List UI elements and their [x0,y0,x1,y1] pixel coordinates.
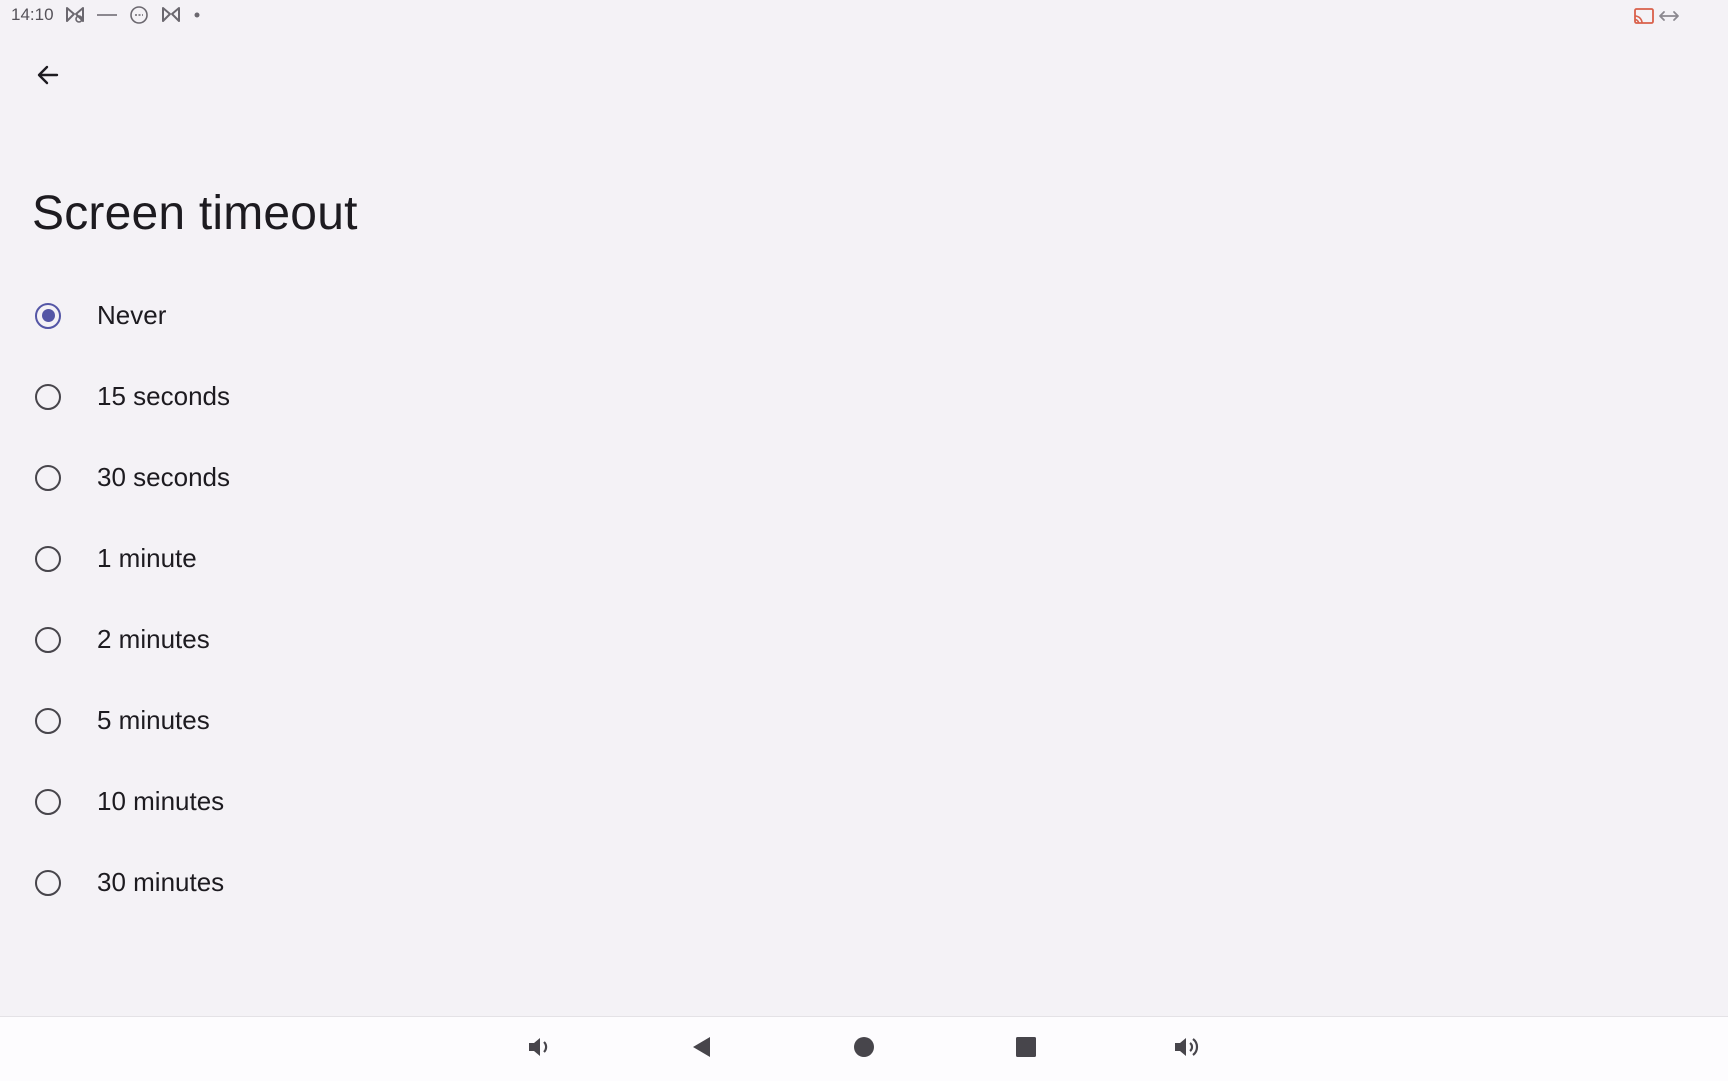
volume-up-button[interactable] [1168,1031,1208,1067]
radio-button[interactable] [35,464,61,491]
option-never[interactable]: Never [0,275,1728,356]
option-label: 15 seconds [97,381,230,411]
home-circle-icon [852,1035,876,1064]
status-right [1634,7,1680,30]
status-left: 14:10 [11,5,202,25]
option-label: 2 minutes [97,624,210,654]
navigation-bar [0,1016,1728,1081]
notification-app-icon [160,5,182,25]
nav-home-button[interactable] [844,1031,884,1067]
back-button[interactable] [22,51,74,103]
option-label: Never [97,300,167,330]
nav-recents-button[interactable] [1006,1031,1046,1067]
radio-button[interactable] [35,788,61,815]
timeout-options-list: Never 15 seconds 30 seconds 1 minute 2 m… [0,275,1728,923]
radio-button[interactable] [35,869,61,896]
radio-button[interactable] [35,626,61,653]
volume-down-button[interactable] [520,1031,560,1067]
dot-icon [192,5,202,25]
chat-bubble-icon [128,5,150,25]
arrow-left-icon [35,62,61,93]
radio-button[interactable] [35,545,61,572]
option-10-minutes[interactable]: 10 minutes [0,761,1728,842]
radio-button[interactable] [35,383,61,410]
option-label: 5 minutes [97,705,210,735]
option-30-seconds[interactable]: 30 seconds [0,437,1728,518]
notification-app-icon [64,5,86,25]
option-label: 30 seconds [97,462,230,492]
option-label: 1 minute [97,543,197,573]
volume-up-icon [1173,1034,1203,1065]
status-time: 14:10 [11,5,54,24]
cast-icon [1634,7,1654,30]
resize-arrows-icon [1658,7,1680,30]
page-title: Screen timeout [32,187,358,240]
option-label: 10 minutes [97,786,225,816]
option-5-minutes[interactable]: 5 minutes [0,680,1728,761]
option-1-minute[interactable]: 1 minute [0,518,1728,599]
option-15-seconds[interactable]: 15 seconds [0,356,1728,437]
option-2-minutes[interactable]: 2 minutes [0,599,1728,680]
radio-button[interactable] [35,302,61,329]
radio-button[interactable] [35,707,61,734]
recents-square-icon [1014,1035,1038,1064]
volume-down-icon [526,1034,554,1065]
option-30-minutes[interactable]: 30 minutes [0,842,1728,923]
option-label: 30 minutes [97,867,225,897]
nav-back-button[interactable] [682,1031,722,1067]
status-bar: 14:10 [0,0,1728,34]
back-triangle-icon [690,1035,714,1064]
minus-icon [96,5,118,25]
